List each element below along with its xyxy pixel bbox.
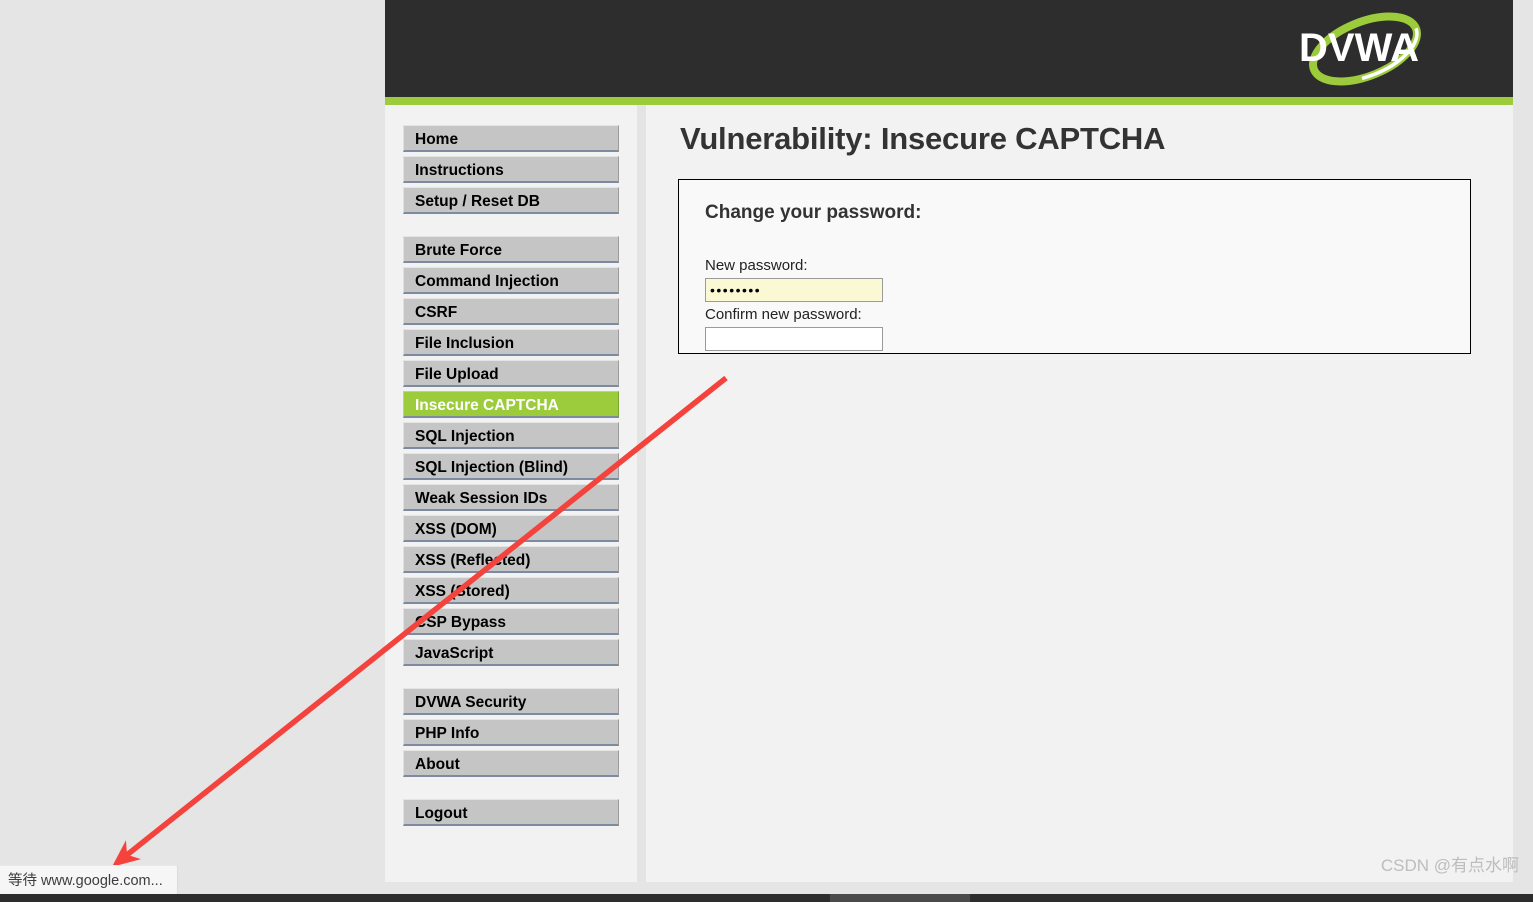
sidebar-item-file-inclusion[interactable]: File Inclusion [403,329,619,356]
new-password-label: New password: [705,257,808,274]
menu-group-session: Logout [385,799,637,826]
sidebar-item-insecure-captcha[interactable]: Insecure CAPTCHA [403,391,619,418]
sidebar-item-about[interactable]: About [403,750,619,777]
sidebar-item-brute-force[interactable]: Brute Force [403,236,619,263]
sidebar-divider [637,105,646,882]
sidebar-item-csp-bypass[interactable]: CSP Bypass [403,608,619,635]
browser-bottom-strip-segment [830,894,970,902]
sidebar-item-sql-injection[interactable]: SQL Injection [403,422,619,449]
sidebar-item-javascript[interactable]: JavaScript [403,639,619,666]
sidebar-item-home[interactable]: Home [403,125,619,152]
sidebar-item-instructions[interactable]: Instructions [403,156,619,183]
sidebar-item-sql-injection-blind[interactable]: SQL Injection (Blind) [403,453,619,480]
sidebar-item-setup-reset-db[interactable]: Setup / Reset DB [403,187,619,214]
sidebar-item-php-info[interactable]: PHP Info [403,719,619,746]
menu-group-primary: Home Instructions Setup / Reset DB [385,125,637,214]
sidebar-item-xss-stored[interactable]: XSS (Stored) [403,577,619,604]
logo-wordmark: DVWA [1299,26,1419,70]
main-navigation: Home Instructions Setup / Reset DB Brute… [385,105,637,882]
change-password-form: New password: Confirm new password: [705,256,1444,351]
sidebar-item-command-injection[interactable]: Command Injection [403,267,619,294]
watermark: CSDN @有点水啊 [1380,856,1519,875]
page-title: Vulnerability: Insecure CAPTCHA [680,121,1166,156]
confirm-password-label: Confirm new password: [705,306,862,323]
menu-group-meta: DVWA Security PHP Info About [385,688,637,777]
browser-bottom-strip [0,894,1533,902]
change-password-panel: Change your password: New password: Conf… [678,179,1471,354]
dvwa-page-container: DVWA Home Instructions Setup / Reset DB … [385,0,1513,882]
browser-status-bar: 等待 www.google.com... [0,865,178,894]
dvwa-logo: DVWA [1295,7,1435,91]
site-header: DVWA [385,0,1513,97]
sidebar-item-dvwa-security[interactable]: DVWA Security [403,688,619,715]
sidebar-item-csrf[interactable]: CSRF [403,298,619,325]
new-password-input[interactable] [705,278,883,302]
accent-bar [385,97,1513,105]
sidebar-item-xss-dom[interactable]: XSS (DOM) [403,515,619,542]
panel-heading: Change your password: [705,202,922,223]
main-content-inner: Vulnerability: Insecure CAPTCHA Change y… [678,121,1471,406]
sidebar-item-logout[interactable]: Logout [403,799,619,826]
sidebar-item-weak-session-ids[interactable]: Weak Session IDs [403,484,619,511]
sidebar-item-file-upload[interactable]: File Upload [403,360,619,387]
main-content: Vulnerability: Insecure CAPTCHA Change y… [646,105,1513,882]
menu-group-vulnerabilities: Brute Force Command Injection CSRF File … [385,236,637,666]
confirm-password-input[interactable] [705,327,883,351]
page-body: Home Instructions Setup / Reset DB Brute… [385,105,1513,882]
sidebar-item-xss-reflected[interactable]: XSS (Reflected) [403,546,619,573]
